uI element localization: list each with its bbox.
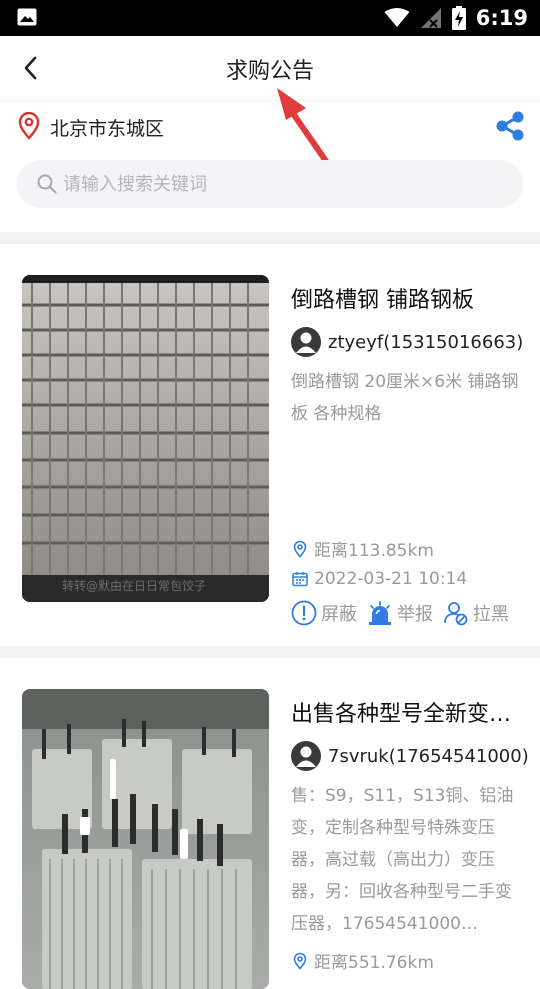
search-input[interactable] — [63, 160, 503, 208]
alarm-siren-icon — [369, 601, 391, 625]
user-name: ztyeyf(15315016663) — [328, 331, 524, 353]
distance-row: 距离113.85km — [291, 536, 434, 561]
product-image[interactable]: 转转@默由在日日常包饺子 — [22, 275, 269, 602]
block-button[interactable]: 屏蔽 — [291, 600, 357, 626]
blacklist-label: 拉黑 — [473, 604, 509, 625]
product-image[interactable] — [22, 689, 269, 989]
section-divider — [0, 232, 540, 244]
date-text: 2022-03-21 10:14 — [314, 569, 468, 589]
item-description: 售：S9，S11，S13铜、铝油变，定制各种型号特殊变压器，高过载（高出力）变压… — [291, 786, 514, 934]
status-bar: 6:19 — [0, 0, 540, 36]
signal-no-sim-icon — [420, 8, 441, 28]
page-title: 求购公告 — [225, 59, 314, 84]
user-name: 7svruk(17654541000) — [328, 745, 529, 767]
block-label: 屏蔽 — [321, 604, 357, 625]
item-actions: 屏蔽 举报 拉黑 — [291, 600, 519, 626]
user-row[interactable]: ztyeyf(15315016663) — [291, 326, 523, 358]
user-icon — [296, 332, 316, 353]
report-button[interactable]: 举报 — [367, 600, 433, 626]
date-row: 2022-03-21 10:14 — [291, 569, 467, 589]
battery-charging-icon — [451, 6, 466, 30]
user-icon — [296, 746, 316, 767]
location-pin-icon — [293, 952, 307, 970]
block-icon — [291, 600, 317, 626]
search-box[interactable] — [17, 160, 523, 208]
transformers-image — [22, 689, 269, 989]
location-pin-icon — [18, 112, 40, 140]
status-time: 6:19 — [475, 6, 528, 30]
search-icon — [37, 174, 57, 194]
item-title: 倒路槽钢 铺路钢板 — [291, 288, 474, 313]
item-title: 出售各种型号全新变压器 — [291, 702, 521, 727]
distance-text: 距离551.76km — [314, 953, 434, 973]
location-row[interactable]: 北京市东城区 — [0, 104, 540, 150]
report-label: 举报 — [397, 604, 433, 625]
calendar-icon — [292, 572, 308, 587]
location-text: 北京市东城区 — [50, 118, 165, 140]
gallery-notification-icon — [17, 8, 37, 26]
location-pin-icon — [293, 540, 307, 558]
item-description: 倒路槽钢 20厘米×6米 铺路钢板 各种规格 — [291, 372, 519, 424]
avatar — [291, 327, 321, 357]
image-caption: 转转@默由在日日常包饺子 — [62, 579, 207, 593]
avatar — [291, 741, 321, 771]
blacklist-button[interactable]: 拉黑 — [443, 600, 509, 626]
wifi-icon — [384, 8, 410, 27]
list-item[interactable]: 出售各种型号全新变压器 7svruk(17654541000) 售：S9，S11… — [0, 658, 540, 989]
section-divider — [0, 646, 540, 658]
share-icon[interactable] — [494, 110, 526, 142]
steel-channels-image — [22, 275, 269, 602]
list-item[interactable]: 转转@默由在日日常包饺子 倒路槽钢 铺路钢板 ztyeyf(1531501666… — [0, 244, 540, 646]
user-block-icon — [444, 602, 468, 626]
user-row[interactable]: 7svruk(17654541000) — [291, 740, 529, 772]
distance-row: 距离551.76km — [291, 948, 434, 973]
distance-text: 距离113.85km — [314, 541, 434, 561]
